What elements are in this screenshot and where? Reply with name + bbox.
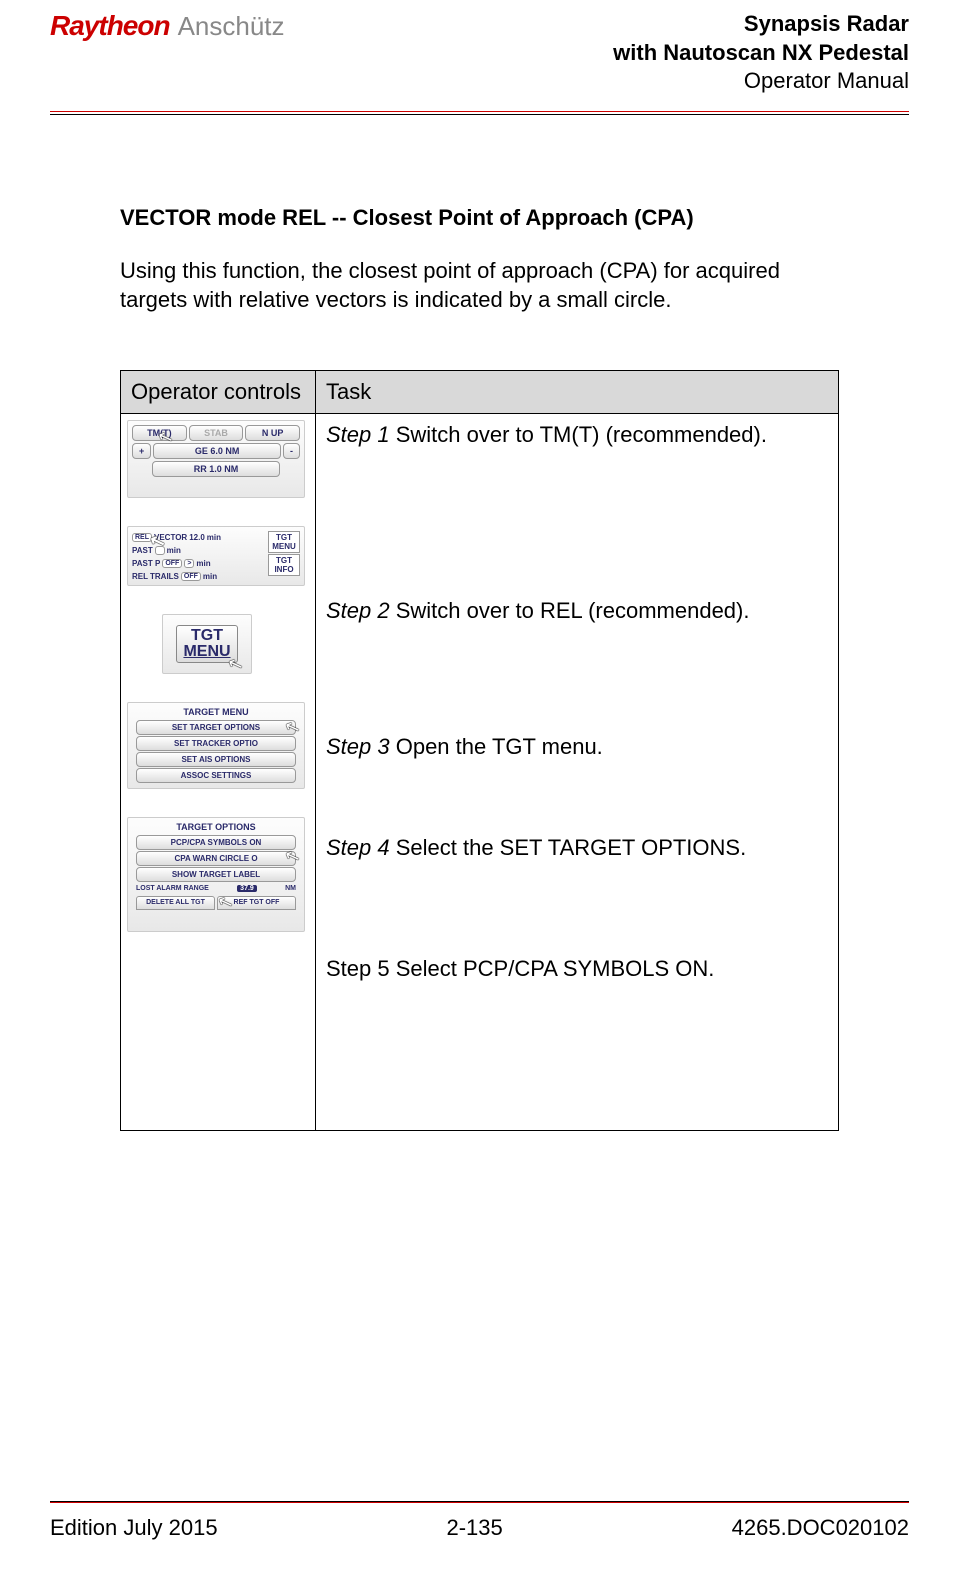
cpa-warn-circle-button[interactable]: CPA WARN CIRCLE O: [136, 851, 296, 866]
step-4-label: Step 4: [326, 835, 390, 860]
assoc-settings-button[interactable]: ASSOC SETTINGS: [136, 768, 296, 783]
pastp-more[interactable]: >: [184, 559, 194, 568]
step-1-text: Switch over to TM(T) (recommended).: [390, 422, 767, 447]
step-1-label: Step 1: [326, 422, 390, 447]
header-doc-title: Synapsis Radar with Nautoscan NX Pedesta…: [613, 10, 909, 96]
stab-button[interactable]: STAB: [189, 425, 244, 441]
target-menu-title: TARGET MENU: [128, 705, 304, 719]
delete-all-tgt-button[interactable]: DELETE ALL TGT: [136, 896, 215, 910]
header-line1: Synapsis Radar: [613, 10, 909, 39]
page-header: Raytheon Anschütz Synapsis Radar with Na…: [50, 0, 909, 111]
vector-value: 12.0: [189, 533, 205, 542]
step-4-text: Select the SET TARGET OPTIONS.: [390, 835, 747, 860]
header-line2: with Nautoscan NX Pedestal: [613, 39, 909, 68]
past-label: PAST: [132, 546, 153, 555]
min-label: min: [203, 572, 217, 581]
min-label: min: [167, 546, 181, 555]
task-cell: Step 1 Switch over to TM(T) (recommended…: [316, 414, 839, 1131]
ui-target-options: TARGET OPTIONS PCP/CPA SYMBOLS ON CPA WA…: [127, 817, 305, 932]
ui-vector-panel: REL VECTOR 12.0 min PAST min PAST P: [127, 526, 305, 586]
tgt-info-side[interactable]: TGTINFO: [268, 554, 300, 576]
logo-raytheon: Raytheon: [50, 10, 170, 42]
range-display: GE 6.0 NM: [153, 443, 281, 459]
controls-cell: TM(T) STAB N UP + GE 6.0 NM - RR 1.0 NM: [121, 414, 316, 1131]
footer-rule-red: [50, 1502, 909, 1503]
section-title: VECTOR mode REL -- Closest Point of Appr…: [120, 205, 839, 231]
header-line3: Operator Manual: [613, 67, 909, 96]
step-2-label: Step 2: [326, 598, 390, 623]
vector-label: VECTOR: [154, 533, 187, 542]
show-target-label-button[interactable]: SHOW TARGET LABEL: [136, 867, 296, 882]
rel-label: REL: [132, 572, 148, 581]
tgt-menu-button[interactable]: TGT MENU: [176, 625, 237, 663]
set-target-options-button[interactable]: SET TARGET OPTIONS: [136, 720, 296, 735]
tm-button[interactable]: TM(T): [132, 425, 187, 441]
tgt-menu-side[interactable]: TGTMENU: [268, 531, 300, 553]
table-header-controls: Operator controls: [121, 371, 316, 414]
pastp-label: PAST P: [132, 559, 160, 568]
min-label: min: [207, 533, 221, 542]
footer-page-number: 2-135: [446, 1515, 502, 1541]
logo-anschutz: Anschütz: [178, 11, 285, 42]
logo-group: Raytheon Anschütz: [50, 10, 285, 42]
rel-toggle[interactable]: REL: [132, 533, 152, 542]
pastp-off[interactable]: OFF: [162, 559, 182, 568]
nm-unit: NM: [285, 885, 296, 892]
min-label: min: [196, 559, 210, 568]
ref-tgt-off-button[interactable]: REF TGT OFF: [217, 896, 296, 910]
step-5-text: Step 5 Select PCP/CPA SYMBOLS ON.: [326, 956, 828, 982]
step-3-label: Step 3: [326, 734, 390, 759]
set-tracker-options-button[interactable]: SET TRACKER OPTIO: [136, 736, 296, 751]
ui-range-panel: TM(T) STAB N UP + GE 6.0 NM - RR 1.0 NM: [127, 420, 305, 498]
header-rule-red: [50, 111, 909, 112]
footer-edition: Edition July 2015: [50, 1515, 218, 1541]
pcp-cpa-symbols-button[interactable]: PCP/CPA SYMBOLS ON: [136, 835, 296, 850]
ui-tgt-menu: TGT MENU ↖: [162, 614, 252, 674]
set-ais-options-button[interactable]: SET AIS OPTIONS: [136, 752, 296, 767]
nup-button[interactable]: N UP: [245, 425, 300, 441]
step-3-text: Open the TGT menu.: [390, 734, 603, 759]
trails-off[interactable]: OFF: [181, 572, 201, 581]
minus-button[interactable]: -: [283, 443, 300, 459]
past-toggle[interactable]: [155, 546, 165, 555]
lost-alarm-range-label: LOST ALARM RANGE: [136, 885, 209, 892]
plus-button[interactable]: +: [132, 443, 151, 459]
target-options-title: TARGET OPTIONS: [128, 820, 304, 834]
ui-target-menu: TARGET MENU SET TARGET OPTIONS SET TRACK…: [127, 702, 305, 789]
table-header-task: Task: [316, 371, 839, 414]
footer-doc-number: 4265.DOC020102: [732, 1515, 909, 1541]
rr-button[interactable]: RR 1.0 NM: [152, 461, 280, 477]
trails-label: TRAILS: [150, 572, 179, 581]
page-footer: Edition July 2015 2-135 4265.DOC020102: [50, 1499, 909, 1541]
lost-alarm-range-value[interactable]: 37.9: [237, 885, 257, 892]
step-2-text: Switch over to REL (recommended).: [390, 598, 750, 623]
section-description: Using this function, the closest point o…: [120, 256, 839, 315]
operator-table: Operator controls Task TM(T) STAB N UP +: [120, 370, 839, 1131]
